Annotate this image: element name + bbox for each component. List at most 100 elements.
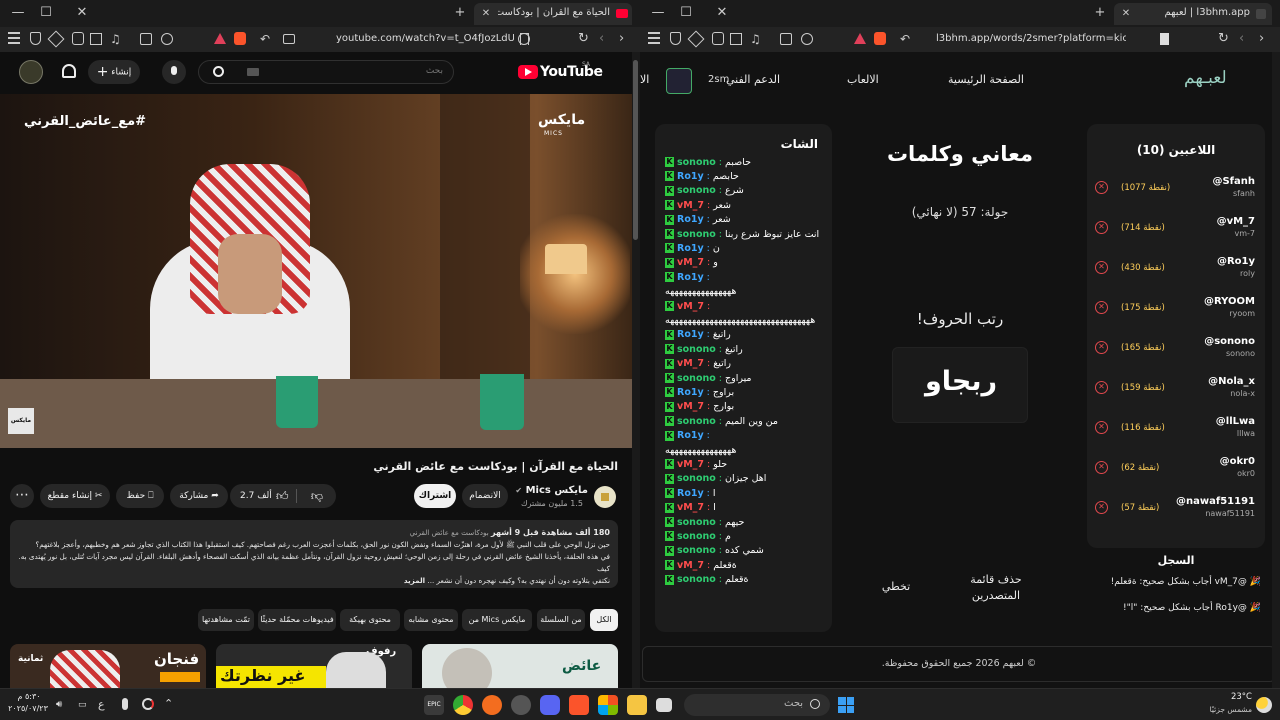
subscribe-button[interactable]: اشتراك: [414, 484, 456, 508]
sidebar-icon-2[interactable]: [730, 33, 742, 45]
nav-support[interactable]: الدعم الفني: [726, 73, 780, 86]
music-icon-2[interactable]: ♫: [750, 32, 761, 46]
chip-from-channel[interactable]: من Mics مايكس: [462, 609, 532, 631]
origin-icon[interactable]: [482, 695, 502, 715]
remove-player-icon[interactable]: ✕: [1095, 221, 1108, 234]
minimize-button[interactable]: —: [10, 5, 26, 21]
chat-username[interactable]: vM_7: [677, 560, 704, 571]
chat-username[interactable]: sonono: [677, 574, 716, 585]
chat-username[interactable]: vM_7: [677, 257, 704, 268]
reload-icon[interactable]: ↻: [578, 31, 589, 46]
remove-player-icon[interactable]: ✕: [1095, 261, 1108, 274]
reload-icon-2[interactable]: ↻: [1218, 31, 1229, 46]
recommended-thumbnail-2[interactable]: رفوف غير نظرتك: [216, 644, 412, 688]
chat-username[interactable]: sonono: [677, 545, 716, 556]
remove-player-icon[interactable]: ✕: [1095, 181, 1108, 194]
right-scrollbar-track[interactable]: [1272, 52, 1280, 688]
store-icon[interactable]: [598, 695, 618, 715]
keyboard-icon[interactable]: [247, 68, 259, 76]
file-explorer-icon[interactable]: [627, 695, 647, 715]
remove-player-icon[interactable]: ✕: [1095, 501, 1108, 514]
screenshot-icon[interactable]: [140, 33, 152, 45]
alert-icon[interactable]: [214, 33, 226, 44]
chat-username[interactable]: sonono: [677, 517, 716, 528]
search-bar[interactable]: بحث: [198, 60, 454, 84]
search-icon[interactable]: [213, 66, 224, 77]
alert-icon-2[interactable]: [854, 33, 866, 44]
user-name[interactable]: 2sm: [708, 74, 729, 85]
chat-username[interactable]: sonono: [677, 416, 716, 427]
channel-watermark[interactable]: مايكس: [8, 408, 34, 434]
clock-time[interactable]: ٥:٣٠ م: [12, 692, 46, 701]
chat-username[interactable]: vM_7: [677, 502, 704, 513]
minimize-button-2[interactable]: —: [650, 5, 666, 21]
remove-player-icon[interactable]: ✕: [1095, 381, 1108, 394]
clock-date[interactable]: ٢٠٢٥/٠٧/٢٣: [8, 704, 48, 713]
menu-icon[interactable]: [8, 32, 20, 44]
puzzle-icon-2[interactable]: [801, 33, 813, 45]
tab-youtube[interactable]: ✕ الحياة مع القرآن | بودكاست مع ...: [474, 3, 632, 25]
discord-icon[interactable]: [540, 695, 560, 715]
notifications-bell-icon[interactable]: [62, 64, 76, 78]
chat-username[interactable]: Ro1y: [677, 272, 704, 283]
back-icon[interactable]: ‹: [599, 31, 604, 46]
brave-shield-icon-2[interactable]: [874, 32, 886, 45]
chat-username[interactable]: Ro1y: [677, 214, 704, 225]
join-button[interactable]: الانضمام: [462, 484, 508, 508]
brave-icon[interactable]: [569, 695, 589, 715]
chat-username[interactable]: vM_7: [677, 200, 704, 211]
like-button[interactable]: 👍︎ 2.7 ألف: [230, 484, 295, 508]
menu-icon-2[interactable]: [648, 32, 660, 44]
dislike-button[interactable]: 👎︎: [302, 484, 332, 508]
remove-player-icon[interactable]: ✕: [1095, 301, 1108, 314]
reader-icon-2[interactable]: ↶: [900, 32, 910, 46]
back-icon-2[interactable]: ‹: [1239, 31, 1244, 46]
chat-username[interactable]: Ro1y: [677, 329, 704, 340]
chat-username[interactable]: Ro1y: [677, 171, 704, 182]
chat-username[interactable]: sonono: [677, 344, 716, 355]
recommended-thumbnail-1[interactable]: عائض: [422, 644, 618, 688]
user-avatar[interactable]: [666, 68, 692, 94]
show-hidden-icons[interactable]: ⌃: [164, 697, 173, 710]
tab-close-icon[interactable]: ✕: [478, 6, 494, 22]
new-tab-button[interactable]: +: [452, 5, 468, 21]
youtube-logo-text[interactable]: YouTube: [540, 64, 603, 80]
chat-username[interactable]: vM_7: [677, 459, 704, 470]
voice-search-button[interactable]: [162, 60, 186, 84]
chat-username[interactable]: Ro1y: [677, 488, 704, 499]
microphone-tray-icon[interactable]: [122, 698, 128, 710]
chat-username[interactable]: vM_7: [677, 358, 704, 369]
screenshot-icon-2[interactable]: [780, 33, 792, 45]
chat-username[interactable]: sonono: [677, 157, 716, 168]
tab-close-icon-2[interactable]: ✕: [1118, 6, 1134, 22]
chat-username[interactable]: Ro1y: [677, 243, 704, 254]
speaker-icon[interactable]: 🔊︎: [56, 699, 62, 710]
video-player[interactable]: #مع_عائض_القرني مايكس MICS مايكس: [0, 94, 632, 448]
input-language[interactable]: ع: [98, 698, 105, 711]
pin-icon[interactable]: [47, 30, 65, 48]
address-url-2[interactable]: l3bhm.app/words/2smer?platform=kick: [936, 33, 1126, 44]
task-view-icon[interactable]: [656, 698, 672, 712]
remove-player-icon[interactable]: ✕: [1095, 461, 1108, 474]
share-button[interactable]: مشاركة ➦: [170, 484, 228, 508]
delete-leaderboard-button[interactable]: حذف قائمة المتصدرين: [956, 572, 1036, 604]
forward-icon[interactable]: ›: [619, 31, 624, 46]
left-scrollbar-thumb[interactable]: [633, 60, 638, 240]
chip-from-series[interactable]: من السلسلة: [537, 609, 585, 631]
address-url[interactable]: youtube.com/watch?v=t_O4fJozLdU: [336, 33, 514, 44]
tab-l3bhm[interactable]: ✕ l3bhm.app | لعبهم: [1114, 3, 1272, 25]
maximize-button[interactable]: ☐: [38, 5, 54, 21]
network-icon[interactable]: ▭: [78, 700, 87, 710]
reader-icon[interactable]: ↶: [260, 32, 270, 46]
account-avatar[interactable]: [19, 60, 43, 84]
create-button[interactable]: + إنشاء: [88, 60, 140, 84]
search-input[interactable]: بحث: [426, 66, 443, 76]
skip-button[interactable]: تخطي: [876, 580, 916, 593]
chat-username[interactable]: Ro1y: [677, 430, 704, 441]
chip-watched[interactable]: تمّت مشاهدتها: [198, 609, 254, 631]
cast-icon[interactable]: [283, 34, 295, 44]
chat-username[interactable]: sonono: [677, 229, 716, 240]
bookmark-icon-2[interactable]: [1160, 33, 1169, 45]
weather-desc[interactable]: مشمس جزئيًا: [1196, 705, 1252, 714]
save-button[interactable]: حفظ ⎕: [116, 484, 164, 508]
